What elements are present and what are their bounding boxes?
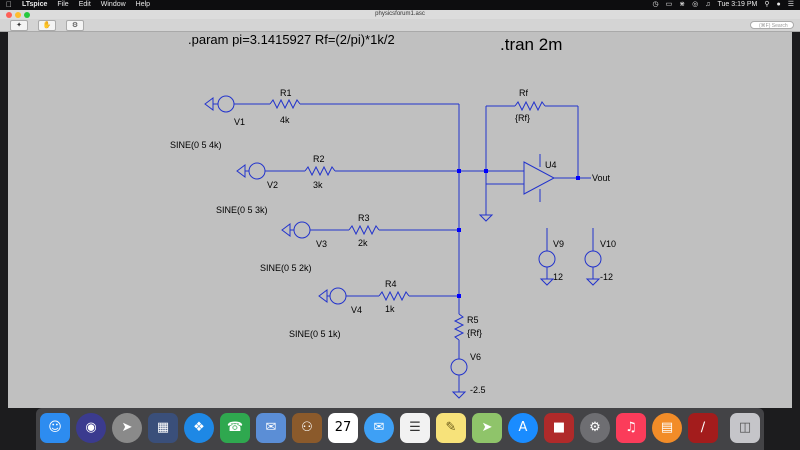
dock: ☺ ◉ ➤ ▦ ❖ ☎ ✉ ⚇ 27 ✉ ☰ ✎ ➤ A ■ ⚙ ♫ ▤ ∕ ◫ — [36, 408, 764, 450]
junction-dot — [484, 169, 488, 173]
launchpad-icon[interactable]: ➤ — [112, 413, 142, 443]
r2-label: R2 — [313, 154, 325, 164]
v10-label: V10 — [600, 239, 616, 249]
gear-icon: ⚙ — [71, 22, 79, 29]
vout-label: Vout — [592, 173, 611, 183]
search-field[interactable]: (⌘F) Search — [750, 21, 794, 29]
r2-value: 3k — [313, 180, 323, 190]
bluetooth-icon[interactable]: ⋇ — [679, 0, 685, 10]
ground-symbol — [204, 97, 214, 111]
r1-label: R1 — [280, 88, 292, 98]
app-store-icon[interactable]: A — [508, 413, 538, 443]
r3-resistor — [348, 224, 380, 236]
menu-file[interactable]: File — [57, 0, 68, 10]
toolbar: ✦ ✋ ⚙ (⌘F) Search — [0, 19, 800, 32]
notes-icon[interactable]: ✎ — [436, 413, 466, 443]
menu-bar:  LTspice File Edit Window Help ◷ ▭ ⋇ ◎ … — [0, 0, 800, 10]
v6-label: V6 — [470, 352, 481, 362]
clock[interactable]: Tue 3:19 PM — [718, 0, 758, 10]
calendar-day: 27 — [334, 420, 352, 435]
apple-icon[interactable]:  — [6, 0, 12, 10]
r1-value: 4k — [280, 115, 290, 125]
v9-source-circle — [538, 250, 556, 268]
safari-icon[interactable]: ❖ — [184, 413, 214, 443]
v1-source-circle — [217, 95, 235, 113]
v-sine-1k-value: SINE(0 5 1k) — [289, 329, 341, 339]
airplay-icon[interactable]: ▭ — [666, 0, 673, 10]
r5-label: R5 — [467, 315, 479, 325]
v3-value: SINE(0 5 3k) — [216, 205, 268, 215]
menu-window[interactable]: Window — [101, 0, 126, 10]
rf-label: Rf — [519, 88, 528, 98]
junction-dot — [576, 176, 580, 180]
junction-dot — [457, 294, 461, 298]
trash-icon[interactable]: ◫ — [730, 413, 760, 443]
tran-directive: .tran 2m — [500, 35, 562, 54]
r3-label: R3 — [358, 213, 370, 223]
r1-resistor — [269, 98, 301, 110]
contacts-icon[interactable]: ⚇ — [292, 413, 322, 443]
v2-label: V2 — [267, 180, 278, 190]
messages-icon[interactable]: ✉ — [364, 413, 394, 443]
v6-value: -2.5 — [470, 385, 486, 395]
calculator-icon[interactable]: ▦ — [148, 413, 178, 443]
books-icon[interactable]: ▤ — [652, 413, 682, 443]
v10-source-circle — [584, 250, 602, 268]
user-avatar[interactable]: ● — [776, 0, 780, 10]
running-man-icon: ✦ — [16, 22, 22, 29]
r3-value: 2k — [358, 238, 368, 248]
v9-value: 12 — [553, 272, 563, 282]
v6-source-circle — [450, 358, 468, 376]
v4-label: V4 — [351, 305, 362, 315]
r4-value: 1k — [385, 304, 395, 314]
halt-button[interactable]: ✋ — [38, 20, 56, 31]
schematic-canvas[interactable]: .param pi=3.1415927 Rf=(2/pi)*1k/2 .tran… — [8, 32, 792, 408]
hand-icon: ✋ — [42, 22, 52, 29]
facetime-icon[interactable]: ☎ — [220, 413, 250, 443]
system-preferences-icon[interactable]: ⚙ — [580, 413, 610, 443]
parallels-icon[interactable]: ∕ — [688, 413, 718, 443]
siri-icon[interactable]: ◉ — [76, 413, 106, 443]
r4-resistor — [378, 290, 410, 302]
finder-icon[interactable]: ☺ — [40, 413, 70, 443]
v9-label: V9 — [553, 239, 564, 249]
volume-icon[interactable]: ♫ — [705, 0, 710, 10]
param-directive: .param pi=3.1415927 Rf=(2/pi)*1k/2 — [188, 32, 395, 47]
menu-app-name[interactable]: LTspice — [22, 0, 47, 10]
spotlight-icon[interactable]: ⚲ — [764, 0, 769, 10]
opamp-label: U4 — [545, 160, 557, 170]
menu-edit[interactable]: Edit — [79, 0, 91, 10]
time-machine-icon[interactable]: ◷ — [653, 0, 659, 10]
v4-value: SINE(0 5 2k) — [260, 263, 312, 273]
v1-label: V1 — [234, 117, 245, 127]
r2-resistor — [304, 165, 336, 177]
music-icon[interactable]: ♫ — [616, 413, 646, 443]
run-button[interactable]: ✦ — [10, 20, 28, 31]
search-placeholder: (⌘F) Search — [759, 23, 788, 29]
v10-value: -12 — [600, 272, 613, 282]
settings-button[interactable]: ⚙ — [66, 20, 84, 31]
wifi-icon[interactable]: ◎ — [692, 0, 698, 10]
r5-value: {Rf} — [467, 328, 482, 338]
schematic-drawing[interactable]: .param pi=3.1415927 Rf=(2/pi)*1k/2 .tran… — [8, 32, 792, 408]
window-title: physicsforum1.asc — [375, 11, 425, 17]
v3-label: V3 — [316, 239, 327, 249]
r4-label: R4 — [385, 279, 397, 289]
photo-booth-icon[interactable]: ■ — [544, 413, 574, 443]
rf-value: {Rf} — [515, 113, 530, 123]
v2-source-circle — [248, 162, 266, 180]
menu-help[interactable]: Help — [136, 0, 150, 10]
notification-center-icon[interactable]: ☰ — [788, 0, 794, 10]
v3-source-circle — [293, 221, 311, 239]
mail-icon[interactable]: ✉ — [256, 413, 286, 443]
maps-icon[interactable]: ➤ — [472, 413, 502, 443]
junction-dot — [457, 228, 461, 232]
v2-value: SINE(0 5 4k) — [170, 140, 222, 150]
rf-resistor — [514, 100, 546, 112]
reminders-icon[interactable]: ☰ — [400, 413, 430, 443]
calendar-icon[interactable]: 27 — [328, 413, 358, 443]
junction-dot — [457, 169, 461, 173]
r5-resistor — [453, 313, 465, 341]
v4-source-circle — [329, 287, 347, 305]
